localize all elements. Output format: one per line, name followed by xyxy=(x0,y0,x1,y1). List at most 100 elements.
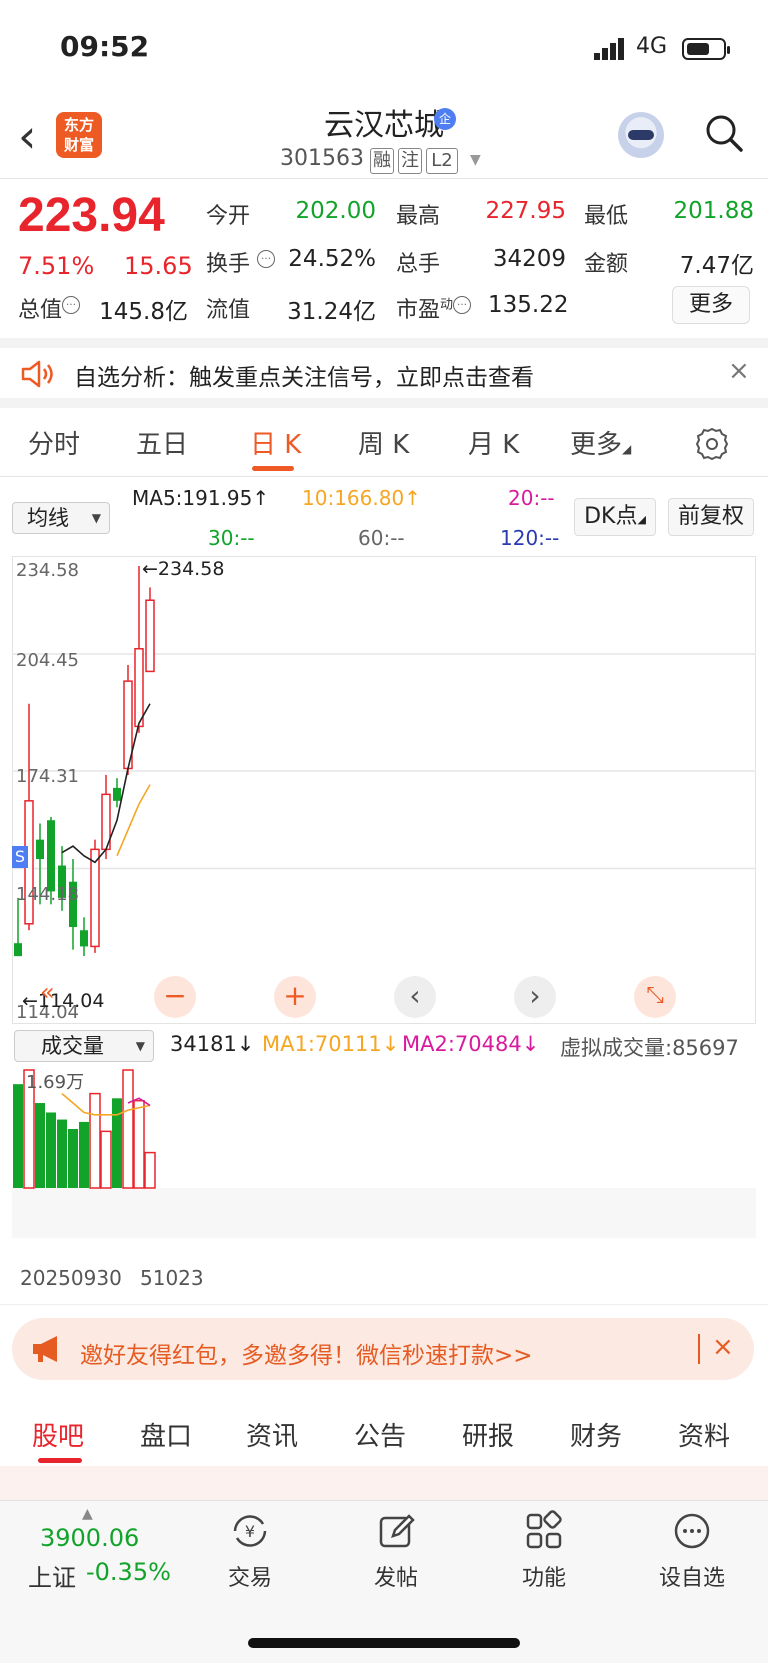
dk-point-button[interactable]: DK点◢ xyxy=(574,498,656,536)
tab-guba[interactable]: 股吧 xyxy=(32,1416,84,1453)
nav-functions-label: 功能 xyxy=(521,1566,566,1591)
tab-daily-k[interactable]: 日 K xyxy=(250,424,301,461)
info-icon[interactable]: … xyxy=(62,296,81,314)
alert-text[interactable]: 自选分析：触发重点关注信号，立即点击查看 xyxy=(74,358,534,392)
pe-label: 市盈动… xyxy=(396,292,472,324)
volume-bar xyxy=(122,1069,134,1189)
volume-bar xyxy=(100,1130,112,1189)
y-label-1: 234.58 xyxy=(16,560,79,581)
tab-weekly-k[interactable]: 周 K xyxy=(358,424,409,461)
zoom-in-button[interactable]: + xyxy=(274,976,316,1018)
candle-body xyxy=(113,787,121,801)
high-marker: ←234.58 xyxy=(142,558,225,580)
active-tab-indicator xyxy=(252,466,294,471)
float-cap-value: 31.24亿 xyxy=(287,299,376,325)
scroll-right-button[interactable]: › xyxy=(514,976,556,1018)
volume-label: 总手 xyxy=(396,252,441,277)
ma10-value: 10:166.80↑ xyxy=(302,486,421,510)
volume-bar xyxy=(144,1151,156,1189)
kline-chart[interactable] xyxy=(12,556,756,1024)
volume-value-label: 34181↓ xyxy=(170,1032,255,1056)
tag-registered: 注 xyxy=(398,148,422,174)
nav-post-label: 发帖 xyxy=(373,1566,418,1591)
ma30-value: 30:-- xyxy=(208,526,255,550)
volume-chart[interactable] xyxy=(12,1068,756,1254)
info-icon[interactable]: … xyxy=(257,250,276,268)
fullscreen-icon[interactable]: ⤡ xyxy=(634,976,676,1018)
volume-bar xyxy=(46,1112,56,1188)
volume-baseline-area xyxy=(12,1188,756,1238)
nav-post[interactable]: 发帖 xyxy=(346,1510,446,1592)
market-cap-label: 总值… xyxy=(18,292,81,324)
amount-label: 金额 xyxy=(584,252,629,277)
tab-profile[interactable]: 资料 xyxy=(678,1416,730,1453)
more-circle-icon xyxy=(674,1513,710,1549)
low-value: 201.88 xyxy=(673,198,754,224)
tab-research[interactable]: 研报 xyxy=(462,1416,514,1453)
battery-icon xyxy=(682,38,730,60)
index-value[interactable]: 3900.06 xyxy=(40,1524,139,1552)
close-icon[interactable]: × xyxy=(728,356,750,386)
nav-trade-label: 交易 xyxy=(227,1566,272,1591)
speaker-icon xyxy=(21,360,53,388)
ma60-value: 60:-- xyxy=(358,526,405,550)
megaphone-icon xyxy=(33,1336,57,1362)
amount-value: 7.47亿 xyxy=(679,253,754,279)
last-price: 223.94 xyxy=(18,189,165,242)
volume-select[interactable]: 成交量 ▼ xyxy=(14,1030,154,1062)
volume-value: 34209 xyxy=(492,246,566,272)
more-button[interactable]: 更多 xyxy=(672,286,750,324)
candle-body xyxy=(47,820,55,892)
tab-monthly-k[interactable]: 月 K xyxy=(468,424,519,461)
sell-signal-badge[interactable]: S xyxy=(12,846,28,868)
vol-ma2: MA2:70484↓ xyxy=(402,1032,540,1056)
tab-more[interactable]: 更多◢ xyxy=(570,424,631,461)
tab-pankou[interactable]: 盘口 xyxy=(140,1416,192,1453)
nav-functions[interactable]: 功能 xyxy=(494,1510,594,1592)
open-label: 今开 xyxy=(206,204,251,229)
nav-add-watchlist[interactable]: 设自选 xyxy=(642,1510,742,1592)
market-cap-value: 145.8亿 xyxy=(99,299,188,325)
adjust-button[interactable]: 前复权 xyxy=(668,498,754,536)
nav-add-watchlist-label: 设自选 xyxy=(658,1566,725,1591)
tab-announcements[interactable]: 公告 xyxy=(354,1416,406,1453)
network-label: 4G xyxy=(636,34,668,59)
volume-bar xyxy=(35,1103,45,1188)
scroll-left-button[interactable]: ‹ xyxy=(394,976,436,1018)
tab-intraday[interactable]: 分时 xyxy=(28,424,80,461)
volume-bar xyxy=(13,1084,23,1188)
nav-trade[interactable]: ¥ 交易 xyxy=(200,1510,300,1592)
stock-code: 301563 xyxy=(280,146,364,171)
home-indicator xyxy=(248,1638,520,1648)
zoom-out-button[interactable]: − xyxy=(154,976,196,1018)
tab-finance[interactable]: 财务 xyxy=(570,1416,622,1453)
index-change[interactable]: -0.35% xyxy=(86,1558,171,1586)
tag-margin: 融 xyxy=(370,148,394,174)
assistant-robot-icon[interactable] xyxy=(618,112,664,158)
indicator-select[interactable]: 均线 ▼ xyxy=(12,502,110,534)
float-cap-label: 流值 xyxy=(206,298,251,323)
tab-news[interactable]: 资讯 xyxy=(246,1416,298,1453)
date-end: 51023 xyxy=(140,1266,204,1290)
candle-body xyxy=(145,599,155,673)
gear-icon[interactable] xyxy=(694,426,730,462)
high-label: 最高 xyxy=(396,204,441,229)
active-tab-indicator xyxy=(38,1458,82,1463)
ma120-value: 120:-- xyxy=(500,526,560,550)
index-name[interactable]: 上证 xyxy=(28,1558,76,1593)
info-icon[interactable]: … xyxy=(453,296,472,314)
y-label-3: 174.31 xyxy=(16,766,79,787)
tab-five-day[interactable]: 五日 xyxy=(136,424,188,461)
search-icon[interactable] xyxy=(704,113,744,153)
candle-body xyxy=(134,648,144,728)
chevron-down-icon[interactable]: ▼ xyxy=(470,152,481,168)
chevrons-left-icon[interactable]: « xyxy=(40,978,74,1012)
expand-up-icon[interactable]: ▲ xyxy=(82,1506,93,1522)
open-value: 202.00 xyxy=(295,198,376,224)
ma20-value: 20:-- xyxy=(508,486,555,510)
invite-text[interactable]: 邀好友得红包，多邀多得！微信秒速打款>> xyxy=(80,1336,533,1370)
enterprise-badge: 企 xyxy=(434,108,456,130)
close-icon[interactable]: × xyxy=(712,1332,734,1362)
date-start: 20250930 xyxy=(20,1266,122,1290)
volume-bar xyxy=(79,1121,89,1188)
